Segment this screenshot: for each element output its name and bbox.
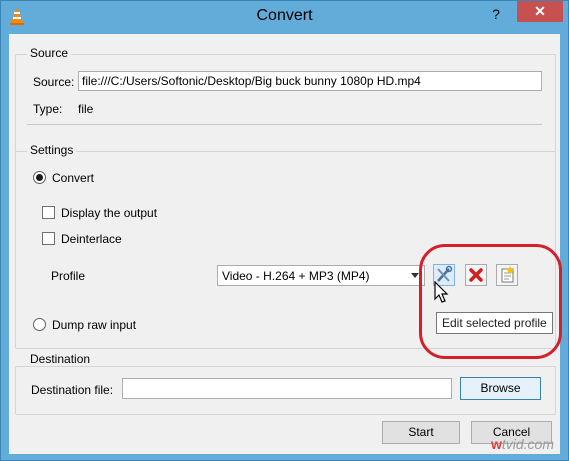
deinterlace-checkbox[interactable] [42, 232, 55, 245]
type-label: Type: [33, 102, 63, 116]
source-field[interactable]: file:///C:/Users/Softonic/Desktop/Big bu… [78, 71, 542, 91]
display-output-checkbox[interactable] [42, 206, 55, 219]
type-value: file [78, 102, 94, 116]
destination-file-label: Destination file: [31, 383, 114, 397]
window-title: Convert [256, 7, 313, 24]
close-button[interactable]: ✕ [517, 1, 563, 22]
title-bar[interactable]: Convert ? ✕ [1, 1, 568, 34]
profile-dropdown-value: Video - H.264 + MP3 (MP4) [222, 269, 370, 283]
destination-file-field[interactable] [122, 378, 452, 399]
deinterlace-label[interactable]: Deinterlace [61, 232, 122, 246]
highlight-circle [419, 244, 562, 359]
start-button[interactable]: Start [382, 421, 460, 444]
convert-radio[interactable] [33, 171, 46, 184]
profile-dropdown[interactable]: Video - H.264 + MP3 (MP4) [217, 265, 425, 286]
dialog-window: Convert ? ✕ Source Source: file:///C:/Us… [0, 0, 569, 461]
help-button[interactable]: ? [487, 5, 505, 23]
dump-raw-radio[interactable] [33, 318, 46, 331]
source-separator [27, 124, 542, 125]
display-output-label[interactable]: Display the output [61, 206, 157, 220]
dialog-body: Source Source: file:///C:/Users/Softonic… [9, 34, 562, 454]
profile-label: Profile [51, 269, 86, 283]
settings-group-title: Settings [27, 143, 77, 157]
source-group-title: Source [27, 46, 72, 60]
dump-raw-label[interactable]: Dump raw input [52, 318, 136, 332]
convert-label[interactable]: Convert [52, 171, 94, 185]
destination-group-title: Destination [27, 352, 94, 366]
watermark: wtvid.com [490, 436, 554, 452]
source-label: Source: [33, 75, 75, 89]
chevron-down-icon [411, 273, 419, 278]
source-group [15, 54, 556, 152]
browse-button[interactable]: Browse [460, 377, 541, 400]
